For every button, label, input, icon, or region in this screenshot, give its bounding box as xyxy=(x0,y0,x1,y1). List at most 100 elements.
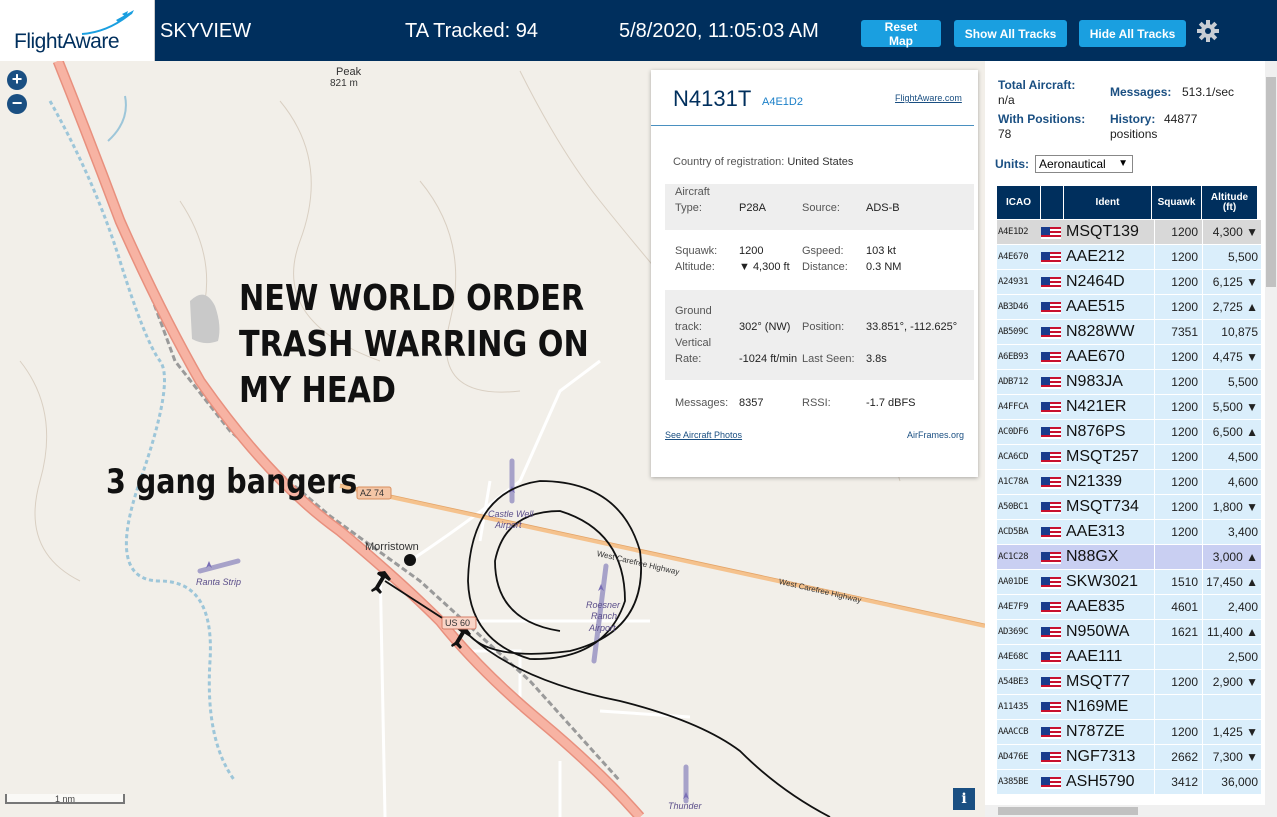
col-header-squawk[interactable]: Squawk xyxy=(1152,186,1201,219)
table-row[interactable]: ACA6CD MSQT257 1200 4,500 xyxy=(997,445,1261,470)
cell-icao: AC1C28 xyxy=(998,552,1029,562)
peak-name-label: Peak xyxy=(336,66,362,78)
table-row[interactable]: A4E7F9 AAE835 4601 2,400 xyxy=(997,595,1261,620)
track-label: track: xyxy=(675,321,702,333)
cell-icao: A24931 xyxy=(998,277,1029,287)
col-header-icao[interactable]: ICAO xyxy=(997,186,1040,219)
hide-all-tracks-button[interactable]: Hide All Tracks xyxy=(1079,20,1186,47)
cell-squawk: 1200 xyxy=(1154,345,1200,369)
table-row[interactable]: A4E1D2 MSQT139 1200 4,300 ▼ xyxy=(997,220,1261,245)
vertical-scroll-thumb[interactable] xyxy=(1266,77,1276,287)
cell-altitude: 2,500 xyxy=(1202,645,1262,669)
cell-icao: A4E1D2 xyxy=(998,227,1029,237)
history-unit: positions xyxy=(1110,127,1158,141)
cell-icao: AB3D46 xyxy=(998,302,1029,312)
peak-elevation-label: 821 m xyxy=(330,78,358,89)
table-row[interactable]: A385BE ASH5790 3412 36,000 xyxy=(997,770,1261,795)
zoom-in-button[interactable]: + xyxy=(7,70,27,90)
horizontal-scroll-thumb[interactable] xyxy=(998,807,1138,815)
col-header-altitude[interactable]: Altitude (ft) xyxy=(1202,186,1257,219)
table-row[interactable]: A4FFCA N421ER 1200 5,500 ▼ xyxy=(997,395,1261,420)
cell-ident: MSQT257 xyxy=(1066,448,1139,465)
cell-ident: AAE313 xyxy=(1066,523,1125,540)
col-header-flag[interactable] xyxy=(1041,186,1063,219)
cell-altitude: 36,000 xyxy=(1202,770,1262,794)
table-row[interactable]: A24931 N2464D 1200 6,125 ▼ xyxy=(997,270,1261,295)
us-flag-icon xyxy=(1041,725,1063,739)
cell-altitude: 4,300 ▼ xyxy=(1202,220,1262,244)
aircraft-photos-link[interactable]: See Aircraft Photos xyxy=(665,430,742,440)
cell-squawk xyxy=(1154,695,1200,719)
cell-squawk: 1200 xyxy=(1154,445,1200,469)
table-row[interactable]: AD369C N950WA 1621 11,400 ▲ xyxy=(997,620,1261,645)
cell-squawk: 1200 xyxy=(1154,420,1200,444)
cell-squawk: 1200 xyxy=(1154,370,1200,394)
table-row[interactable]: A1C78A N21339 1200 4,600 xyxy=(997,470,1261,495)
altitude-label: Altitude: xyxy=(675,261,715,273)
cell-altitude: 1,800 ▼ xyxy=(1202,495,1262,519)
table-row[interactable]: AA01DE SKW3021 1510 17,450 ▲ xyxy=(997,570,1261,595)
popup-track-block: Ground track: 302° (NW) Position: 33.851… xyxy=(665,290,974,380)
table-row[interactable]: A54BE3 MSQT77 1200 2,900 ▼ xyxy=(997,670,1261,695)
dropdown-arrow-icon: ▼ xyxy=(1118,158,1128,169)
cell-altitude: 4,500 xyxy=(1202,445,1262,469)
reset-map-button[interactable]: Reset Map xyxy=(861,20,941,48)
show-all-tracks-button[interactable]: Show All Tracks xyxy=(954,20,1067,47)
cell-squawk: 7351 xyxy=(1154,320,1200,344)
squawk-label: Squawk: xyxy=(675,245,718,257)
table-row[interactable]: ACD5BA AAE313 1200 3,400 xyxy=(997,520,1261,545)
cell-ident: AAE111 xyxy=(1066,648,1123,665)
us-flag-icon xyxy=(1041,225,1063,239)
overlay-line: MY HEAD xyxy=(239,370,396,411)
source-label: Source: xyxy=(802,202,840,214)
cell-altitude: 5,500 xyxy=(1202,245,1262,269)
table-row[interactable]: AC1C28 N88GX 3,000 ▲ xyxy=(997,545,1261,570)
gear-icon[interactable] xyxy=(1196,19,1220,43)
table-row[interactable]: A50BC1 MSQT734 1200 1,800 ▼ xyxy=(997,495,1261,520)
col-header-ident[interactable]: Ident xyxy=(1064,186,1151,219)
cell-altitude: 4,475 ▼ xyxy=(1202,345,1262,369)
us-flag-icon xyxy=(1041,325,1063,339)
cell-squawk: 3412 xyxy=(1154,770,1200,794)
cell-altitude: 10,875 xyxy=(1202,320,1262,344)
airframes-link[interactable]: AirFrames.org xyxy=(907,430,964,440)
clock: 5/8/2020, 11:05:03 AM xyxy=(619,20,819,42)
table-row[interactable]: A11435 N169ME xyxy=(997,695,1261,720)
ranta-strip-label: Ranta Strip xyxy=(196,577,242,587)
table-row[interactable]: AD476E NGF7313 2662 7,300 ▼ xyxy=(997,745,1261,770)
table-row[interactable]: A4E670 AAE212 1200 5,500 xyxy=(997,245,1261,270)
zoom-out-button[interactable]: − xyxy=(7,94,27,114)
table-row[interactable]: A6EB93 AAE670 1200 4,475 ▼ xyxy=(997,345,1261,370)
flightaware-logo[interactable]: FlightAware xyxy=(0,0,155,61)
morristown-label: Morristown xyxy=(365,541,419,553)
us-flag-icon xyxy=(1041,425,1063,439)
popup-messages-block: Messages: 8357 RSSI: -1.7 dBFS xyxy=(665,388,974,418)
roesner-airport-label: Airport xyxy=(589,623,616,633)
table-row[interactable]: AC0DF6 N876PS 1200 6,500 ▲ xyxy=(997,420,1261,445)
last-seen-label: Last Seen: xyxy=(802,353,855,365)
cell-icao: A50BC1 xyxy=(998,502,1029,512)
roesner-label: Roesner xyxy=(586,600,621,610)
table-row[interactable]: A4E68C AAE111 2,500 xyxy=(997,645,1261,670)
az74-label: AZ 74 xyxy=(360,488,385,498)
table-row[interactable]: AB509C N828WW 7351 10,875 xyxy=(997,320,1261,345)
info-button[interactable]: i xyxy=(953,788,975,810)
cell-icao: A11435 xyxy=(998,702,1029,712)
cell-icao: A4E68C xyxy=(998,652,1029,662)
us-flag-icon xyxy=(1041,625,1063,639)
flightaware-link[interactable]: FlightAware.com xyxy=(895,93,962,103)
table-row[interactable]: AB3D46 AAE515 1200 2,725 ▲ xyxy=(997,295,1261,320)
cell-ident: NGF7313 xyxy=(1066,748,1136,765)
cell-ident: N88GX xyxy=(1066,548,1119,565)
cell-altitude: 6,500 ▲ xyxy=(1202,420,1262,444)
us-flag-icon xyxy=(1041,525,1063,539)
table-row[interactable]: AAACCB N787ZE 1200 1,425 ▼ xyxy=(997,720,1261,745)
units-select[interactable]: Aeronautical ▼ xyxy=(1035,155,1133,173)
scale-bar: 1 nm xyxy=(5,794,125,804)
us-flag-icon xyxy=(1041,375,1063,389)
us60-label: US 60 xyxy=(445,618,471,628)
cell-icao: A6EB93 xyxy=(998,352,1029,362)
table-row[interactable]: ADB712 N983JA 1200 5,500 xyxy=(997,370,1261,395)
cell-icao: A4FFCA xyxy=(998,402,1029,412)
last-seen-value: 3.8s xyxy=(866,353,887,365)
